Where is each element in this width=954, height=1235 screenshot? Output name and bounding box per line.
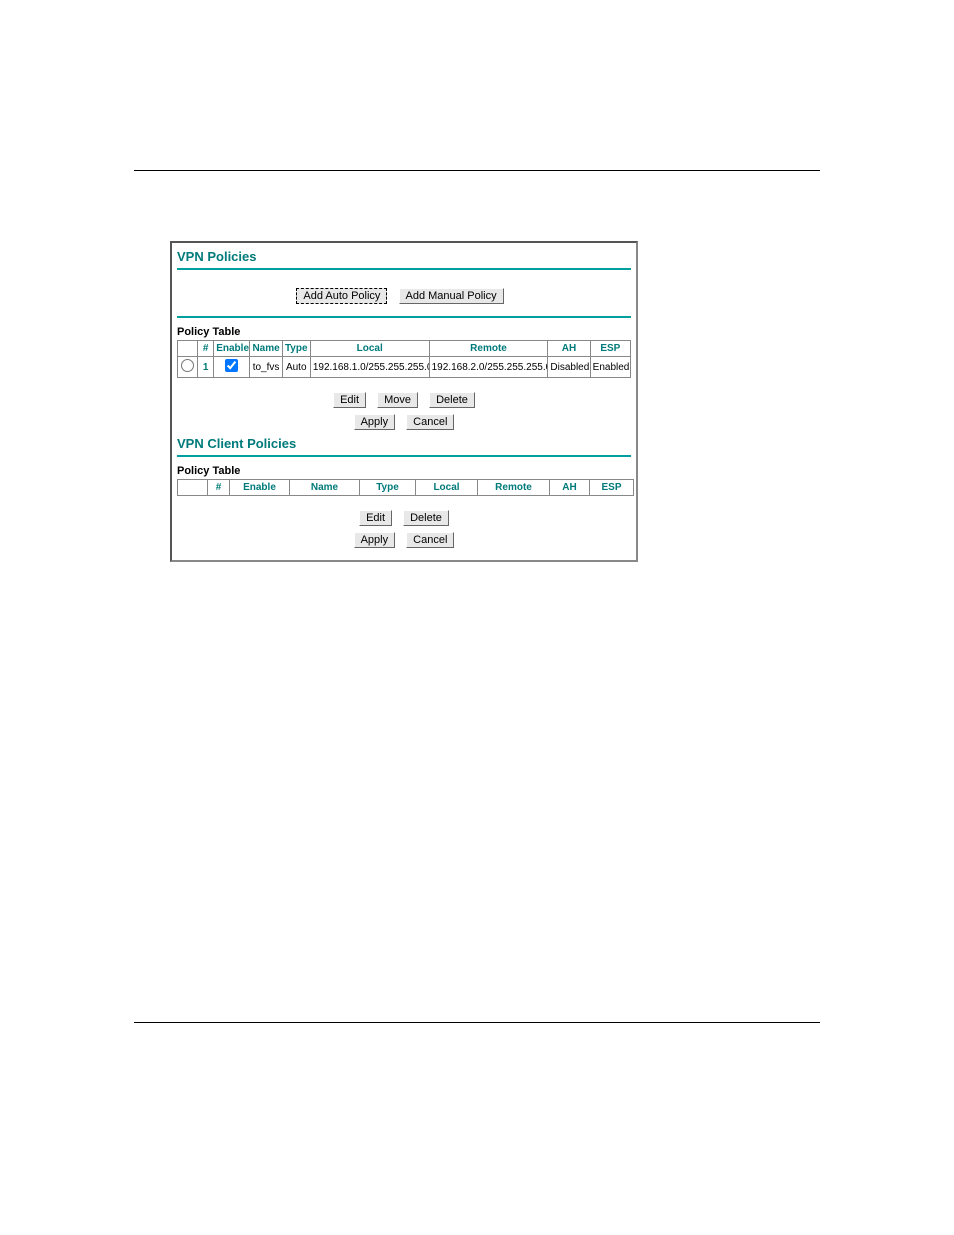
policy-table-1: # Enable Name Type Local Remote AH ESP 1…	[177, 340, 631, 378]
policy-table-label: Policy Table	[172, 318, 636, 340]
edit-button-client[interactable]: Edit	[359, 510, 392, 526]
table-header-row: # Enable Name Type Local Remote AH ESP	[178, 480, 634, 496]
add-buttons-row: Add Auto Policy Add Manual Policy	[172, 270, 636, 314]
row-local: 192.168.1.0/255.255.255.0	[310, 357, 429, 378]
col-num: #	[208, 480, 230, 496]
cancel-button-client[interactable]: Cancel	[406, 532, 454, 548]
col-select	[178, 480, 208, 496]
table-row: 1 to_fvs Auto 192.168.1.0/255.255.255.0 …	[178, 357, 631, 378]
apply-button-client[interactable]: Apply	[354, 532, 396, 548]
bottom-rule	[134, 1022, 820, 1023]
delete-button-client[interactable]: Delete	[403, 510, 449, 526]
page: VPN Policies Add Auto Policy Add Manual …	[0, 0, 954, 1023]
vpn-policies-title: VPN Policies	[172, 243, 636, 266]
col-ah: AH	[550, 480, 590, 496]
policy-table-2: # Enable Name Type Local Remote AH ESP	[177, 479, 634, 496]
row-select-radio[interactable]	[181, 359, 194, 372]
top-rule	[134, 170, 820, 171]
client-action-row-1: Edit Delete	[172, 496, 636, 530]
action-row-2: Apply Cancel	[172, 412, 636, 434]
col-enable: Enable	[214, 341, 250, 357]
col-num: #	[198, 341, 214, 357]
col-esp: ESP	[590, 341, 630, 357]
table-header-row: # Enable Name Type Local Remote AH ESP	[178, 341, 631, 357]
policy-table-label-2: Policy Table	[172, 457, 636, 479]
row-name: to_fvs	[250, 357, 282, 378]
col-enable: Enable	[230, 480, 290, 496]
col-local: Local	[416, 480, 478, 496]
move-button[interactable]: Move	[377, 392, 418, 408]
action-row-1: Edit Move Delete	[172, 378, 636, 412]
row-remote: 192.168.2.0/255.255.255.0	[429, 357, 548, 378]
col-local: Local	[310, 341, 429, 357]
client-action-row-2: Apply Cancel	[172, 530, 636, 552]
vpn-client-policies-title: VPN Client Policies	[172, 434, 636, 453]
col-esp: ESP	[590, 480, 634, 496]
apply-button[interactable]: Apply	[354, 414, 396, 430]
add-manual-policy-button[interactable]: Add Manual Policy	[399, 288, 504, 304]
col-type: Type	[282, 341, 310, 357]
panel: VPN Policies Add Auto Policy Add Manual …	[170, 241, 638, 562]
cancel-button[interactable]: Cancel	[406, 414, 454, 430]
row-ah: Disabled	[548, 357, 590, 378]
row-esp: Enabled	[590, 357, 630, 378]
row-type: Auto	[282, 357, 310, 378]
col-name: Name	[250, 341, 282, 357]
delete-button[interactable]: Delete	[429, 392, 475, 408]
col-ah: AH	[548, 341, 590, 357]
row-num: 1	[198, 357, 214, 378]
add-auto-policy-button[interactable]: Add Auto Policy	[296, 288, 387, 304]
col-remote: Remote	[429, 341, 548, 357]
col-type: Type	[360, 480, 416, 496]
col-remote: Remote	[478, 480, 550, 496]
edit-button[interactable]: Edit	[333, 392, 366, 408]
col-name: Name	[290, 480, 360, 496]
row-enable-checkbox[interactable]	[225, 359, 238, 372]
col-select	[178, 341, 198, 357]
